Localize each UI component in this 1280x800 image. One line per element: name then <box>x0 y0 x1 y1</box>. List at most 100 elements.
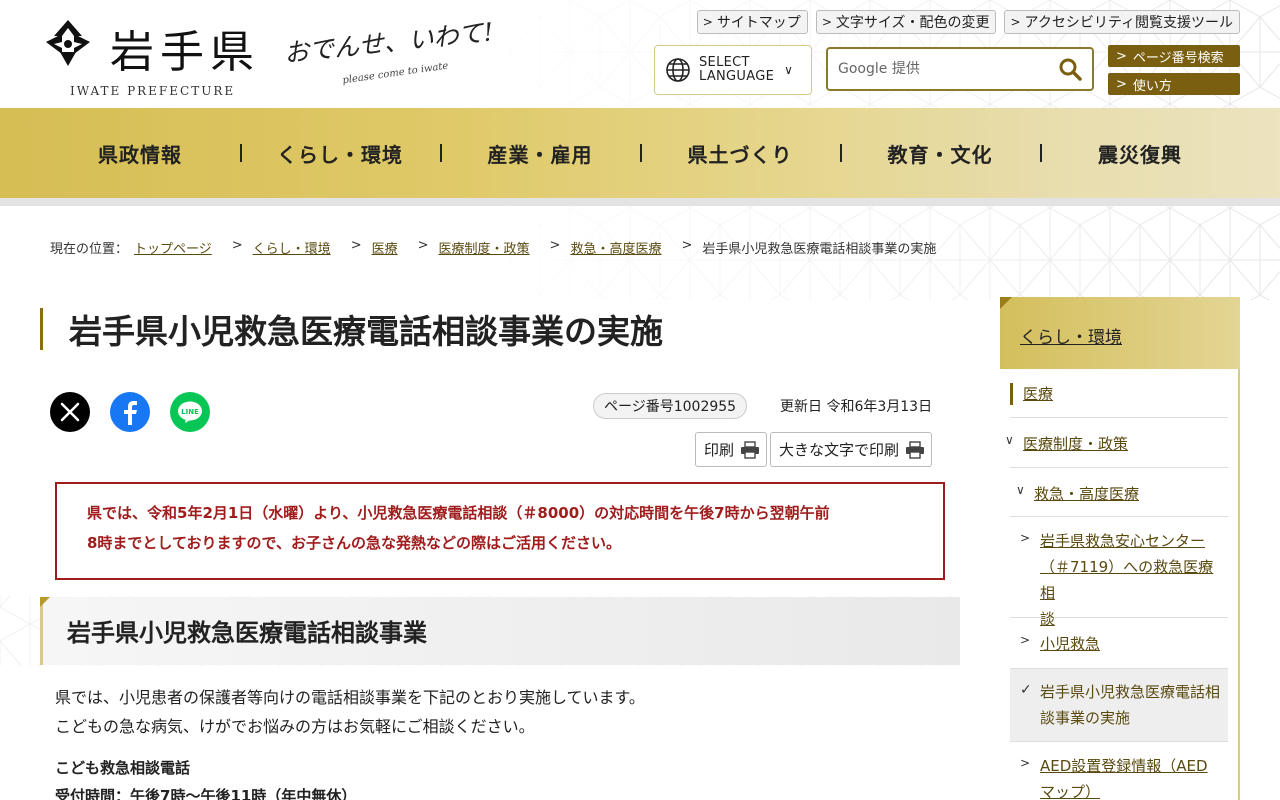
x-share-button[interactable] <box>50 392 90 432</box>
nav-divider <box>640 144 642 162</box>
breadcrumb-emergency[interactable]: 救急・高度医療 <box>570 238 661 257</box>
side-item-iwate-safety-center-label: 岩手県救急安心センター （＃7119）への救急医療相 談 <box>1040 528 1228 632</box>
site-logo[interactable]: 岩手県 IWATE PREFECTURE <box>40 10 270 100</box>
side-item-aed-map[interactable]: > AED設置登録情報（AED マップ） <box>1010 742 1228 800</box>
page-number-search-button[interactable]: > ページ番号検索 <box>1108 45 1240 67</box>
side-item-pediatric-emergency-link: 小児救急 <box>1040 635 1101 653</box>
hotline-info: こども救急相談電話 受付時間：午後7時～午後11時（年中無休） <box>55 754 356 800</box>
accessibility-tool-label: アクセシビリティ閲覧支援ツール <box>1024 15 1233 31</box>
intro-line-2: こどもの急な病気、けがでお悩みの方はお気軽にご相談ください。 <box>55 717 535 736</box>
page-number-search-label: ページ番号検索 <box>1132 50 1224 66</box>
chevron-right-icon: > <box>1020 531 1031 545</box>
side-item-medical-link[interactable]: 医療 <box>1023 383 1053 404</box>
chevron-right-icon: > <box>702 15 713 29</box>
top-links: > サイトマップ > 文字サイズ・配色の変更 > アクセシビリティ閲覧支援ツール <box>696 10 1240 34</box>
section-heading: 岩手県小児救急医療電話相談事業 <box>40 597 960 665</box>
side-label-line: （＃7119）への救急医療相 <box>1040 558 1214 602</box>
heading-corner-decoration <box>40 597 50 607</box>
side-item-pediatric-emergency[interactable]: > 小児救急 <box>1010 618 1228 669</box>
page-number-badge: ページ番号1002955 <box>593 393 748 419</box>
search-icon <box>1059 58 1082 81</box>
breadcrumb-medical-policy[interactable]: 医療制度・政策 <box>439 238 530 257</box>
chevron-down-icon: ∨ <box>1016 483 1025 497</box>
gnav-item-recovery[interactable]: 震災復興 <box>1040 139 1240 168</box>
side-label-line: マップ） <box>1040 783 1101 800</box>
facebook-logo-icon <box>124 401 137 425</box>
breadcrumb-separator: > <box>350 238 362 253</box>
side-label-line: AED設置登録情報（AED <box>1040 757 1208 775</box>
select-language-line1: SELECT <box>699 55 750 70</box>
x-logo-icon <box>60 402 80 422</box>
catchphrase: おでんせ、いわて! please come to iwate <box>283 12 526 92</box>
chevron-down-icon: ∨ <box>1005 433 1014 447</box>
logo-english: IWATE PREFECTURE <box>70 84 236 98</box>
how-to-use-label: 使い方 <box>1132 78 1172 94</box>
facebook-share-button[interactable] <box>110 392 150 432</box>
side-item-medical: 医療 <box>1010 369 1228 418</box>
how-to-use-button[interactable]: > 使い方 <box>1108 73 1240 95</box>
breadcrumb-separator: > <box>231 238 243 253</box>
sitemap-label: サイトマップ <box>716 15 801 31</box>
breadcrumb-medical[interactable]: 医療 <box>372 238 398 257</box>
gnav-item-education[interactable]: 教育・文化 <box>840 139 1040 168</box>
breadcrumb-label: 現在の位置： <box>50 242 129 257</box>
social-share: LINE <box>50 392 210 432</box>
intro-line-1: 県では、小児患者の保護者等向けの電話相談事業を下記のとおり実施しています。 <box>55 688 645 707</box>
line-logo-icon: LINE <box>178 401 202 423</box>
sitemap-link[interactable]: > サイトマップ <box>696 10 808 34</box>
print-large-label: 大きな文字で印刷 <box>779 441 900 459</box>
chevron-right-icon: > <box>1116 76 1127 92</box>
notice-line-2: 8時までとしておりますので、お子さんの急な発熱などの際はご活用ください。 <box>87 534 621 552</box>
side-item-medical-policy-link[interactable]: 医療制度・政策 <box>1023 433 1128 454</box>
active-marker <box>1010 383 1013 405</box>
gnav-item-land[interactable]: 県土づくり <box>640 139 840 168</box>
nav-divider <box>240 144 242 162</box>
side-label-line: 岩手県小児救急医療電話相 <box>1040 683 1221 701</box>
side-item-iwate-safety-center[interactable]: > 岩手県救急安心センター （＃7119）への救急医療相 談 <box>1010 517 1228 628</box>
svg-text:LINE: LINE <box>181 408 199 416</box>
side-item-emergency: ∨ 救急・高度医療 <box>1010 468 1228 517</box>
breadcrumb-living[interactable]: くらし・環境 <box>253 238 331 257</box>
print-button[interactable]: 印刷 <box>695 432 768 467</box>
nav-divider <box>1040 144 1042 162</box>
gnav-item-prefectural-gov[interactable]: 県政情報 <box>40 139 240 168</box>
updated-date: 更新日 令和6年3月13日 <box>780 399 933 415</box>
print-large-button[interactable]: 大きな文字で印刷 <box>770 432 933 467</box>
nav-divider <box>840 144 842 162</box>
breadcrumb-top[interactable]: トップページ <box>134 238 212 257</box>
nav-bottom-strip <box>0 198 1280 206</box>
accessibility-tool-link[interactable]: > アクセシビリティ閲覧支援ツール <box>1004 10 1240 34</box>
search-button[interactable] <box>1048 49 1092 89</box>
printer-icon <box>906 440 925 459</box>
site-header: 岩手県 IWATE PREFECTURE おでんせ、いわて! please co… <box>0 0 1280 108</box>
breadcrumb-current: 岩手県小児救急医療電話相談事業の実施 <box>702 242 937 257</box>
gnav-item-industry[interactable]: 産業・雇用 <box>440 139 640 168</box>
side-nav-heading-link[interactable]: くらし・環境 <box>1020 323 1122 348</box>
globe-icon <box>666 58 690 82</box>
nav-divider <box>440 144 442 162</box>
print-label: 印刷 <box>704 441 735 459</box>
select-language-label: SELECT LANGUAGE <box>699 56 774 84</box>
intro-paragraph: 県では、小児患者の保護者等向けの電話相談事業を下記のとおり実施しています。 こど… <box>55 683 645 741</box>
chevron-right-icon: > <box>821 15 832 29</box>
side-item-current-page[interactable]: ✓ 岩手県小児救急医療電話相 談事業の実施 <box>1010 669 1228 742</box>
gnav-item-living[interactable]: くらし・環境 <box>240 139 440 168</box>
notice-box: 県では、令和5年2月1日（水曜）より、小児救急医療電話相談（＃8000）の対応時… <box>55 482 945 580</box>
prefecture-emblem-icon <box>46 20 90 66</box>
side-nav-body: 医療 ∨ 医療制度・政策 ∨ 救急・高度医療 > 岩手県救急安心センター （＃7… <box>1000 369 1240 800</box>
site-search <box>826 47 1094 91</box>
side-item-emergency-link[interactable]: 救急・高度医療 <box>1034 483 1139 504</box>
page-title: 岩手県小児救急医療電話相談事業の実施 <box>40 308 663 351</box>
chevron-right-icon: > <box>1010 15 1021 29</box>
check-icon: ✓ <box>1020 682 1032 698</box>
notice-line-1: 県では、令和5年2月1日（水曜）より、小児救急医療電話相談（＃8000）の対応時… <box>87 504 830 522</box>
catchphrase-sub: please come to iwate <box>341 60 450 87</box>
search-input[interactable] <box>828 61 1048 77</box>
catchphrase-main: おでんせ、いわて! <box>282 17 495 69</box>
select-language-button[interactable]: SELECT LANGUAGE ∨ <box>654 45 812 95</box>
side-nav: くらし・環境 医療 ∨ 医療制度・政策 ∨ 救急・高度医療 > 岩手県救急安心セ… <box>1000 297 1240 800</box>
hotline-name: こども救急相談電話 <box>55 759 191 777</box>
line-share-button[interactable]: LINE <box>170 392 210 432</box>
breadcrumb-separator: > <box>417 238 429 253</box>
text-size-color-link[interactable]: > 文字サイズ・配色の変更 <box>815 10 997 34</box>
